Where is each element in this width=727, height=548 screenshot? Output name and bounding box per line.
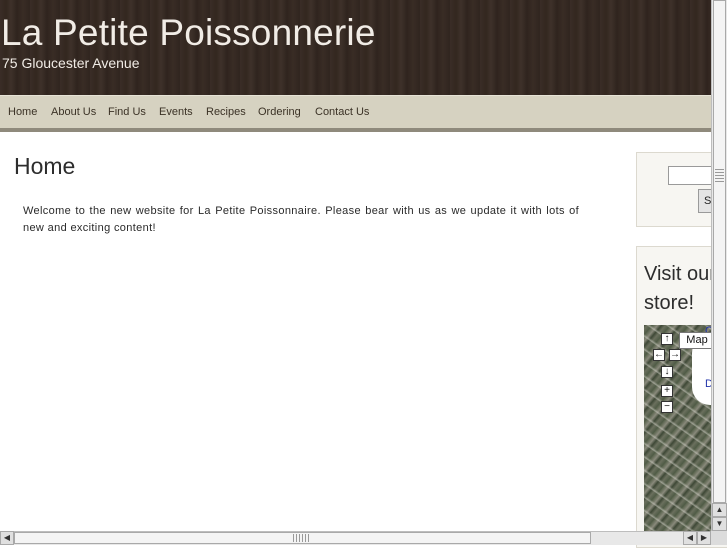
scrollbar-corner bbox=[711, 531, 727, 545]
vertical-scroll-thumb[interactable] bbox=[713, 0, 726, 503]
nav-divider bbox=[0, 128, 727, 132]
nav-item-recipes[interactable]: Recipes bbox=[206, 106, 246, 118]
scroll-right-icon[interactable]: ▶ bbox=[697, 531, 711, 545]
scroll-left-end-icon[interactable]: ◀ bbox=[683, 531, 697, 545]
map-type-button[interactable]: Map bbox=[679, 332, 715, 349]
scroll-left-icon[interactable]: ◀ bbox=[0, 531, 14, 545]
site-header: La Petite Poissonnerie 75 Gloucester Ave… bbox=[0, 0, 727, 95]
nav-item-find-us[interactable]: Find Us bbox=[108, 106, 146, 118]
pan-up-icon[interactable]: ↑ bbox=[661, 333, 673, 345]
nav-item-about-us[interactable]: About Us bbox=[51, 106, 96, 118]
zoom-in-icon[interactable]: + bbox=[661, 385, 673, 397]
site-subtitle: 75 Gloucester Avenue bbox=[2, 55, 140, 71]
pan-down-icon[interactable]: ↓ bbox=[661, 366, 673, 378]
pan-right-icon[interactable]: → bbox=[669, 349, 681, 361]
nav-item-contact-us[interactable]: Contact Us bbox=[315, 106, 369, 118]
nav-item-events[interactable]: Events bbox=[159, 106, 193, 118]
nav-item-ordering[interactable]: Ordering bbox=[258, 106, 301, 118]
vertical-grip-icon bbox=[715, 168, 724, 182]
site-title[interactable]: La Petite Poissonnerie bbox=[1, 12, 376, 54]
page-title: Home bbox=[14, 153, 76, 179]
horizontal-grip-icon bbox=[293, 534, 311, 542]
pan-left-icon[interactable]: ← bbox=[653, 349, 665, 361]
scroll-down-icon[interactable]: ▼ bbox=[712, 517, 727, 531]
main-nav: Home About Us Find Us Events Recipes Ord… bbox=[0, 95, 727, 129]
nav-item-home[interactable]: Home bbox=[8, 106, 37, 118]
scroll-up-icon[interactable]: ▲ bbox=[712, 503, 727, 517]
zoom-out-icon[interactable]: − bbox=[661, 401, 673, 413]
welcome-text: Welcome to the new website for La Petite… bbox=[23, 205, 579, 234]
